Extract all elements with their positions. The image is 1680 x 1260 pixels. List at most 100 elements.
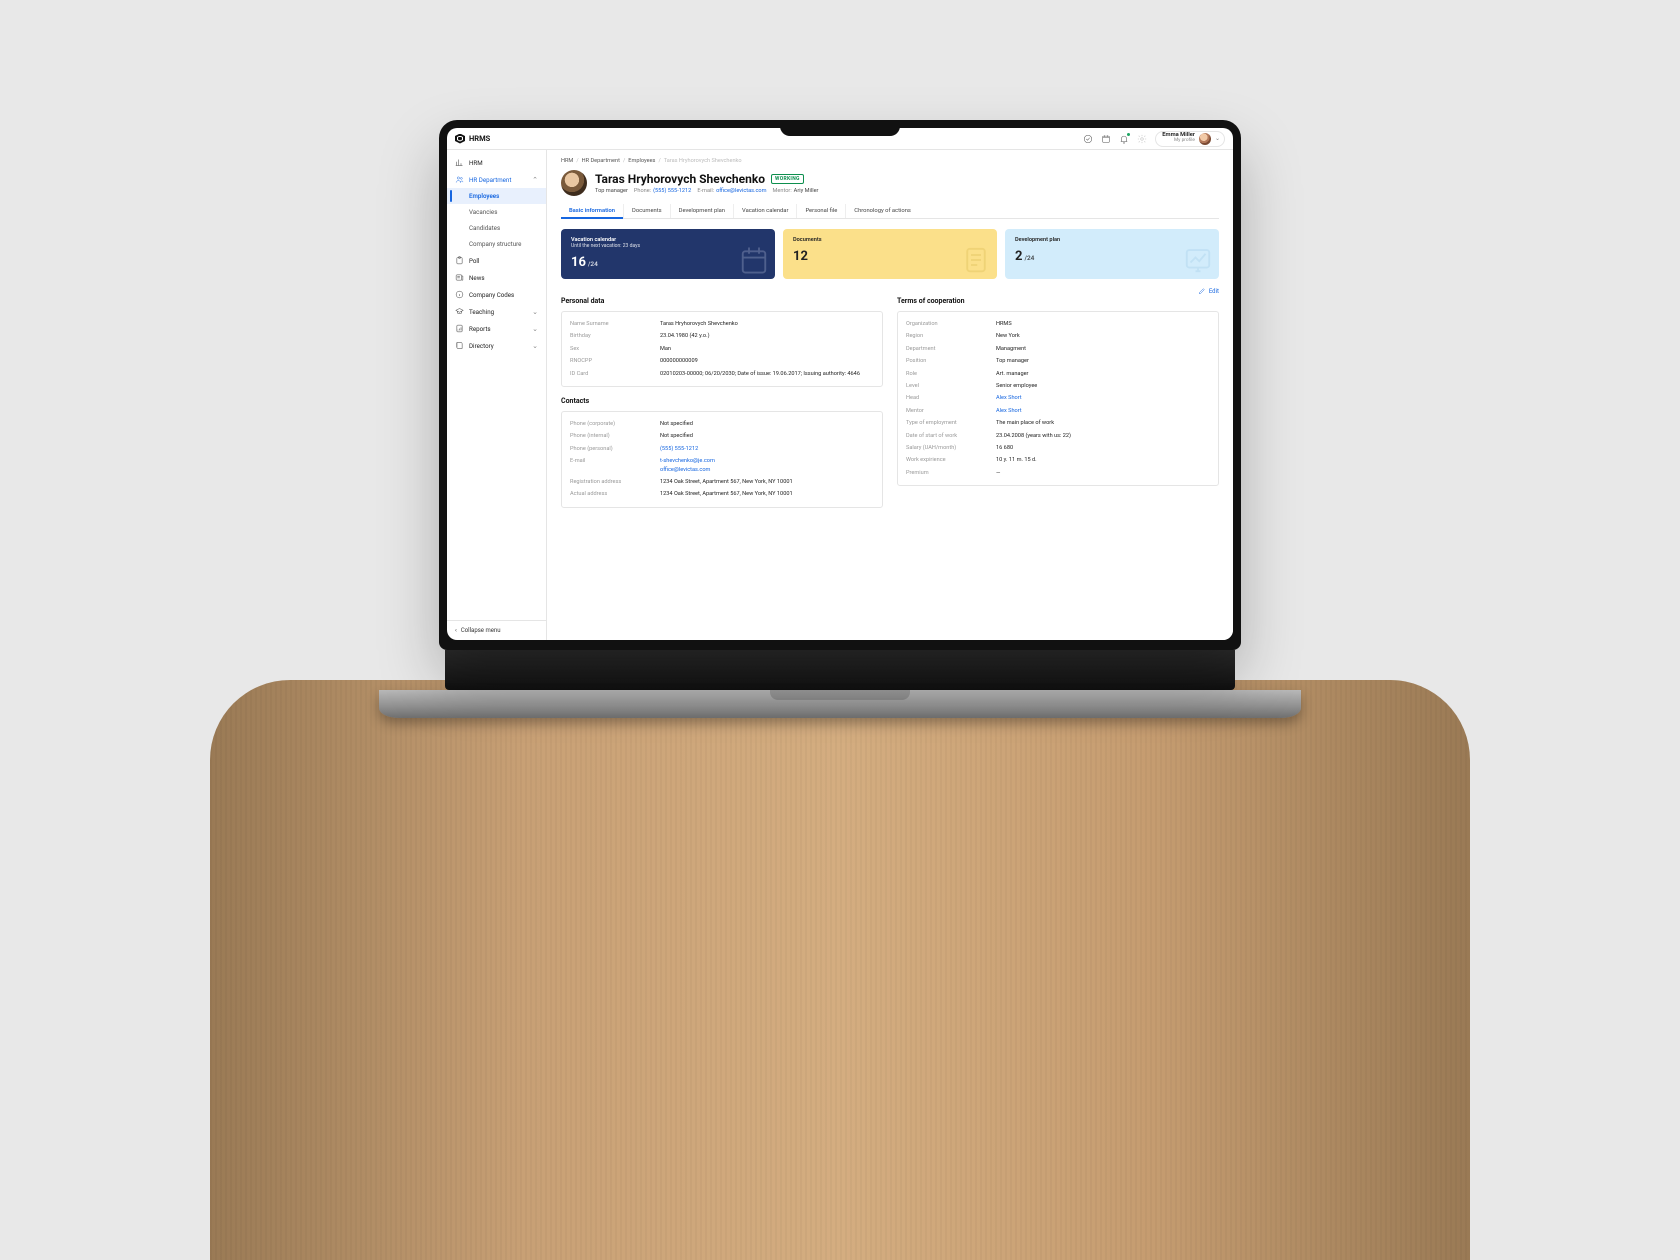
nav-directory[interactable]: Directory ⌄ (447, 337, 546, 354)
card-value: 16 (571, 255, 586, 270)
crumb-hrm[interactable]: HRM (561, 158, 573, 164)
card-documents[interactable]: Documents 12 (783, 229, 997, 279)
nav-label: Poll (469, 257, 479, 265)
nav-sub-vacancies[interactable]: Vacancies (447, 204, 546, 220)
row-key: Mentor (906, 407, 996, 415)
row-key: Region (906, 332, 996, 340)
data-row: PositionTop manager (906, 355, 1210, 367)
card-denom: /24 (1024, 254, 1034, 262)
profile-email[interactable]: office@levictas.com (716, 188, 766, 194)
email-label: E-mail: (697, 188, 714, 194)
profile-name: Taras Hryhorovych Shevchenko (595, 172, 765, 186)
data-row: Premium— (906, 467, 1210, 479)
crumb-current: Taras Hryhorovych Shevchenko (664, 158, 742, 164)
row-value[interactable]: Alex Short (996, 407, 1022, 415)
data-row: Salary (UAH/month)16 680 (906, 442, 1210, 454)
nav-hr-department[interactable]: HR Department ⌃ (447, 171, 546, 188)
row-key: Date of start of work (906, 432, 996, 440)
info-icon (455, 290, 464, 299)
tab-documents[interactable]: Documents (624, 204, 671, 218)
row-key: Premium (906, 469, 996, 477)
row-value: 23.04.1980 (42 y.o.) (660, 332, 710, 340)
nav-label: HR Department (469, 176, 511, 184)
crumb-hr-dept[interactable]: HR Department (582, 158, 620, 164)
nav-hrm[interactable]: HRM (447, 154, 546, 171)
check-icon[interactable] (1083, 134, 1093, 144)
data-row: Phone (internal)Not specified (570, 430, 874, 442)
nav-sub-company-structure[interactable]: Company structure (447, 236, 546, 252)
nav-label: Company Codes (469, 291, 514, 299)
data-row: Type of employmentThe main place of work (906, 417, 1210, 429)
card-title: Development plan (1015, 237, 1209, 243)
nav-poll[interactable]: Poll (447, 252, 546, 269)
bell-icon[interactable] (1119, 134, 1129, 144)
nav-sub-employees[interactable]: Employees (447, 188, 546, 204)
brand-text: HRMS (469, 134, 490, 143)
profile-mentor: Ariy Miller (794, 188, 819, 194)
collapse-menu-button[interactable]: ‹ Collapse menu (447, 620, 546, 640)
row-value[interactable]: Alex Short (996, 394, 1022, 402)
data-row: LevelSenior employee (906, 380, 1210, 392)
nav-label: Teaching (469, 308, 494, 316)
chart-icon (455, 158, 464, 167)
nav-label: Directory (469, 342, 494, 350)
row-key: Name Surname (570, 320, 660, 328)
section-contacts-title: Contacts (561, 397, 883, 405)
tab-basic-info[interactable]: Basic information (561, 204, 624, 218)
nav-reports[interactable]: Reports ⌄ (447, 320, 546, 337)
card-title: Documents (793, 237, 987, 243)
row-value[interactable]: (555) 555-1212 (660, 445, 698, 453)
row-key: Role (906, 370, 996, 378)
row-value: Not specified (660, 420, 693, 428)
nav-sub-label: Company structure (469, 240, 521, 248)
row-value: Taras Hryhorovych Shevchenko (660, 320, 738, 328)
row-key: Phone (personal) (570, 445, 660, 453)
row-key: E-mail (570, 457, 660, 474)
row-value: Top manager (996, 357, 1029, 365)
data-row: HeadAlex Short (906, 392, 1210, 404)
profile-phone[interactable]: (555) 555-1212 (653, 188, 691, 194)
row-value: Not specified (660, 432, 693, 440)
card-devplan[interactable]: Development plan 2 /24 (1005, 229, 1219, 279)
row-value: HRMS (996, 320, 1012, 328)
data-row: RNOCPP000000000009 (570, 355, 874, 367)
data-row: Registration address1234 Oak Street, Apa… (570, 476, 874, 488)
row-value[interactable]: t-shevchenko@je.comoffice@levictas.com (660, 457, 715, 474)
tab-personal-file[interactable]: Personal file (797, 204, 846, 218)
brand[interactable]: HRMS (455, 134, 490, 144)
laptop-notch (780, 120, 900, 136)
breadcrumb: HRM/ HR Department/ Employees/ Taras Hry… (561, 158, 1219, 164)
tab-chronology[interactable]: Chronology of actions (846, 204, 919, 218)
tab-vacation[interactable]: Vacation calendar (734, 204, 797, 218)
section-personal-title: Personal data (561, 297, 883, 305)
data-row: MentorAlex Short (906, 405, 1210, 417)
data-row: Birthday23.04.1980 (42 y.o.) (570, 330, 874, 342)
calendar-icon[interactable] (1101, 134, 1111, 144)
row-value: Managment (996, 345, 1026, 353)
row-key: Actual address (570, 490, 660, 498)
card-value: 2 (1015, 249, 1022, 264)
panel-personal: Name SurnameTaras Hryhorovych Shevchenko… (561, 311, 883, 387)
row-value: 10 y. 11 m. 15 d. (996, 456, 1037, 464)
row-value: 02010203-00000; 06/20/2030; Date of issu… (660, 370, 860, 378)
data-row: Name SurnameTaras Hryhorovych Shevchenko (570, 318, 874, 330)
nav-teaching[interactable]: Teaching ⌄ (447, 303, 546, 320)
card-value: 12 (793, 249, 808, 264)
card-denom: /24 (588, 260, 598, 268)
nav-company-codes[interactable]: Company Codes (447, 286, 546, 303)
card-vacation[interactable]: Vacation calendar Until the next vacatio… (561, 229, 775, 279)
nav-sub-candidates[interactable]: Candidates (447, 220, 546, 236)
settings-icon[interactable] (1137, 134, 1147, 144)
row-key: Work expirience (906, 456, 996, 464)
user-menu[interactable]: Emma Miller My profile ⌄ (1155, 131, 1225, 147)
edit-button[interactable]: Edit (1198, 287, 1219, 295)
desk-surface (210, 680, 1470, 1260)
crumb-employees[interactable]: Employees (628, 158, 655, 164)
users-icon (455, 175, 464, 184)
sidebar: HRM HR Department ⌃ Employees Vacancies (447, 150, 547, 640)
nav-news[interactable]: News (447, 269, 546, 286)
tab-devplan[interactable]: Development plan (671, 204, 734, 218)
nav-sub-label: Candidates (469, 224, 500, 232)
chevron-down-icon: ⌄ (532, 308, 538, 316)
row-value: Senior employee (996, 382, 1037, 390)
